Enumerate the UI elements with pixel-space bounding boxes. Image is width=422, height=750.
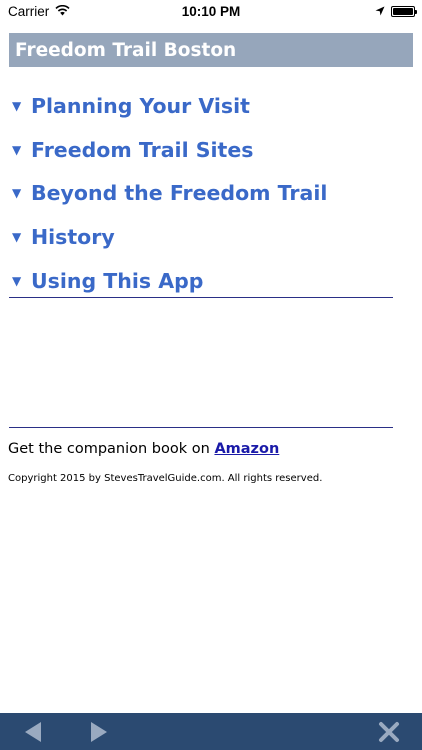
menu-item-label: Beyond the Freedom Trail bbox=[31, 181, 328, 206]
menu-item-beyond-the-freedom-trail[interactable]: ▼ Beyond the Freedom Trail bbox=[12, 172, 412, 216]
divider-bottom bbox=[9, 427, 393, 428]
back-arrow-icon bbox=[25, 721, 41, 742]
divider-top bbox=[9, 297, 393, 298]
forward-arrow-icon bbox=[91, 721, 107, 742]
copyright-text: Copyright 2015 by StevesTravelGuide.com.… bbox=[8, 473, 323, 484]
close-icon bbox=[379, 721, 399, 742]
amazon-link[interactable]: Amazon bbox=[214, 441, 279, 457]
carrier-label: Carrier bbox=[8, 3, 50, 19]
status-left: Carrier bbox=[8, 4, 70, 19]
forward-button[interactable] bbox=[84, 713, 114, 750]
menu-item-label: Planning Your Visit bbox=[31, 93, 250, 118]
companion-label: Get the companion book on bbox=[8, 441, 215, 457]
menu-item-history[interactable]: ▼ History bbox=[12, 215, 412, 259]
status-right bbox=[375, 4, 417, 19]
triangle-down-icon: ▼ bbox=[12, 142, 22, 157]
menu-item-freedom-trail-sites[interactable]: ▼ Freedom Trail Sites bbox=[12, 128, 412, 172]
companion-book-text: Get the companion book on Amazon bbox=[8, 441, 279, 457]
menu-item-label: History bbox=[31, 225, 115, 250]
triangle-down-icon: ▼ bbox=[12, 274, 22, 289]
app-screen: Carrier 10:10 PM Freedom Trail Boston ▼ … bbox=[0, 0, 422, 750]
wifi-icon bbox=[55, 4, 70, 19]
bottom-toolbar bbox=[0, 713, 422, 750]
status-bar: Carrier 10:10 PM bbox=[0, 0, 422, 22]
menu-item-label: Using This App bbox=[31, 269, 204, 294]
battery-icon bbox=[391, 5, 417, 17]
triangle-down-icon: ▼ bbox=[12, 186, 22, 201]
location-arrow-icon bbox=[375, 4, 385, 19]
menu-item-planning-your-visit[interactable]: ▼ Planning Your Visit bbox=[12, 84, 412, 128]
triangle-down-icon: ▼ bbox=[12, 98, 22, 113]
page-title: Freedom Trail Boston bbox=[15, 39, 237, 61]
back-button[interactable] bbox=[18, 713, 48, 750]
title-bar: Freedom Trail Boston bbox=[9, 33, 413, 67]
close-button[interactable] bbox=[374, 713, 404, 750]
main-menu: ▼ Planning Your Visit ▼ Freedom Trail Si… bbox=[12, 84, 412, 303]
triangle-down-icon: ▼ bbox=[12, 230, 22, 245]
menu-item-label: Freedom Trail Sites bbox=[31, 137, 254, 162]
